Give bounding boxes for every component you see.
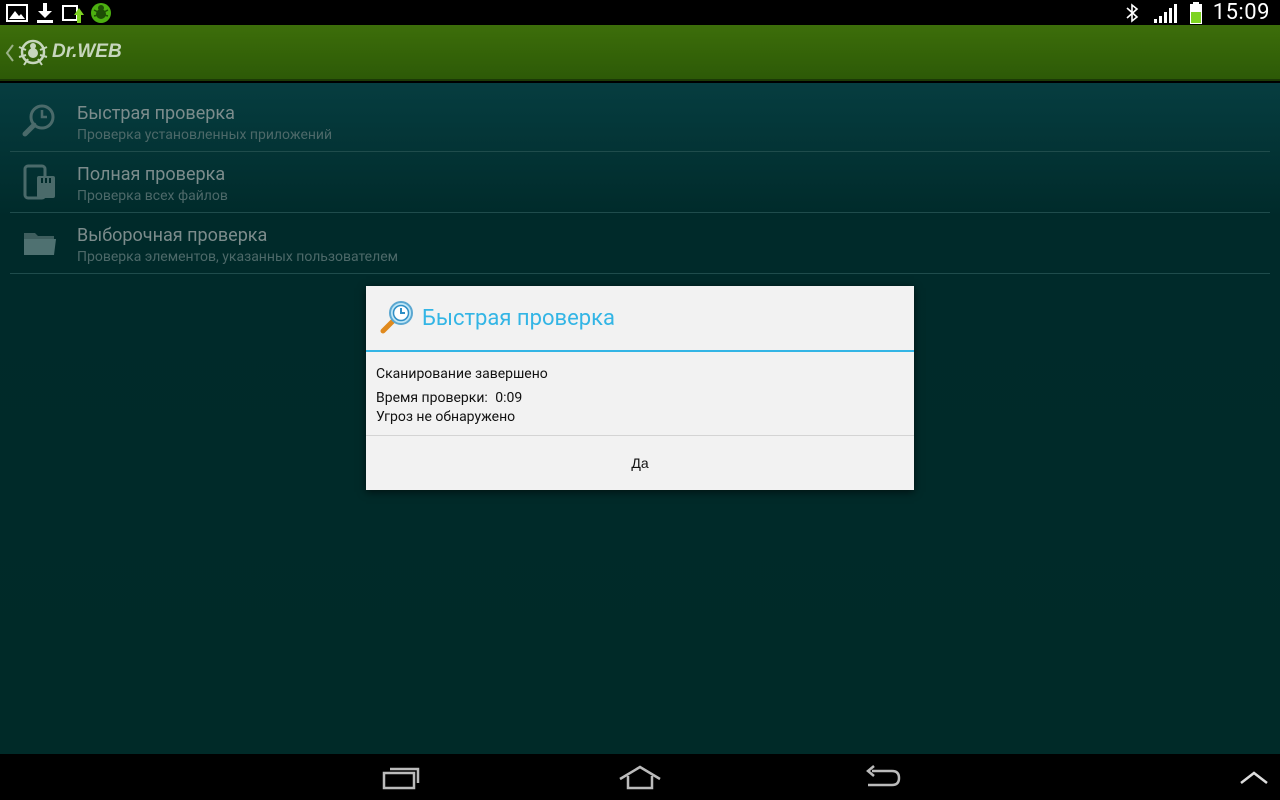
scan-time-value: 0:09 — [495, 390, 523, 406]
system-icons: 15:09 — [1121, 0, 1270, 25]
quick-scan-icon — [22, 103, 58, 139]
list-item-quick-scan[interactable]: Быстрая проверка Проверка установленных … — [10, 91, 1270, 152]
list-item-title: Быстрая проверка — [77, 103, 235, 124]
navigation-bar — [0, 754, 1280, 800]
bluetooth-icon — [1121, 2, 1143, 24]
signal-icon — [1153, 2, 1179, 24]
list-item-custom-scan[interactable]: Выборочная проверка Проверка элементов, … — [10, 213, 1270, 274]
drweb-spider-icon — [90, 2, 112, 24]
full-scan-icon — [22, 164, 58, 200]
quick-scan-icon — [380, 300, 416, 336]
download-icon — [34, 2, 56, 24]
battery-icon — [1189, 1, 1203, 24]
dialog-body: Сканирование завершено Время проверки: 0… — [376, 364, 548, 427]
sync-update-icon — [62, 2, 84, 24]
gallery-icon — [6, 2, 28, 24]
app-name: Dr.WEB — [52, 41, 122, 62]
scan-time-row: Время проверки: 0:09 — [376, 388, 548, 408]
list-item-subtitle: Проверка всех файлов — [77, 188, 228, 204]
list-item-title: Выборочная проверка — [77, 225, 268, 246]
list-item-subtitle: Проверка элементов, указанных пользовате… — [77, 249, 399, 265]
recent-apps-icon[interactable] — [378, 762, 422, 792]
drweb-logo-icon[interactable] — [16, 35, 50, 69]
scan-status: Сканирование завершено — [376, 366, 548, 382]
dialog-header: Быстрая проверка — [366, 286, 914, 352]
notification-icons — [6, 0, 112, 25]
status-bar: 15:09 — [0, 0, 1280, 25]
scan-list: Быстрая проверка Проверка установленных … — [10, 91, 1270, 274]
list-item-subtitle: Проверка установленных приложений — [77, 127, 333, 143]
menu-up-icon[interactable] — [1232, 762, 1276, 792]
list-item-title: Полная проверка — [77, 164, 226, 185]
dialog-title: Быстрая проверка — [422, 306, 615, 331]
home-icon[interactable] — [618, 762, 662, 792]
scan-result: Угроз не обнаружено — [376, 409, 516, 425]
dialog-button-bar: Да — [366, 435, 914, 490]
scan-result-dialog: Быстрая проверка Сканирование завершено … — [366, 286, 914, 490]
ok-button[interactable]: Да — [366, 436, 914, 490]
clock: 15:09 — [1212, 0, 1270, 25]
scan-time-label: Время проверки: — [376, 390, 488, 406]
up-caret-icon[interactable] — [4, 41, 16, 65]
back-icon[interactable] — [860, 762, 904, 792]
folder-icon — [22, 225, 58, 261]
list-item-full-scan[interactable]: Полная проверка Проверка всех файлов — [10, 152, 1270, 213]
action-bar: Dr.WEB — [0, 25, 1280, 81]
